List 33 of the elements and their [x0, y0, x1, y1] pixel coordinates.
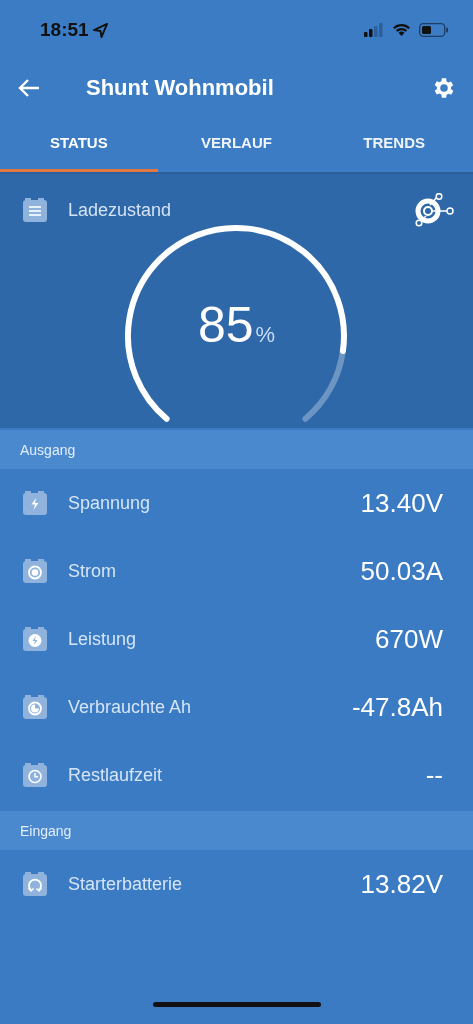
row-label: Verbrauchte Ah	[68, 696, 193, 718]
row-value: -47.8Ah	[351, 691, 443, 723]
gauge-title: Ladezustand	[68, 199, 173, 221]
tab[interactable]: VERLAUF	[157, 115, 316, 172]
row-value: 13.82V	[360, 868, 443, 900]
location-arrow-icon	[92, 22, 108, 38]
section-header: Eingang	[0, 811, 473, 850]
signal-icon	[364, 23, 384, 37]
battery-list-icon	[22, 197, 48, 223]
section-header: Ausgang	[0, 430, 473, 469]
lightning-bolt-icon	[22, 490, 48, 516]
charge-unit: %	[255, 322, 276, 348]
target-icon	[22, 558, 48, 584]
rotate-arrows-icon	[22, 871, 48, 897]
row-label: Leistung	[68, 628, 138, 650]
pie-icon	[22, 694, 48, 720]
row-value: 50.03A	[360, 555, 443, 587]
network-node-icon[interactable]	[413, 193, 455, 227]
row-label: Spannung	[68, 492, 152, 514]
battery-icon	[419, 23, 449, 37]
clock-icon	[22, 762, 48, 788]
screen-title: Shunt Wohnmobil	[86, 74, 275, 101]
row-label: Strom	[68, 560, 117, 582]
row-value: --	[425, 759, 443, 791]
row-value: 670W	[375, 623, 443, 655]
wifi-icon	[392, 23, 411, 37]
row-label: Starterbatterie	[68, 873, 184, 895]
back-arrow-icon[interactable]	[18, 77, 40, 98]
row-label: Restlaufzeit	[68, 764, 164, 786]
row-value: 13.40V	[360, 487, 443, 519]
charge-value: 85	[197, 296, 254, 354]
status-time: 18:51	[40, 19, 89, 41]
tab[interactable]: TRENDS	[315, 115, 473, 172]
